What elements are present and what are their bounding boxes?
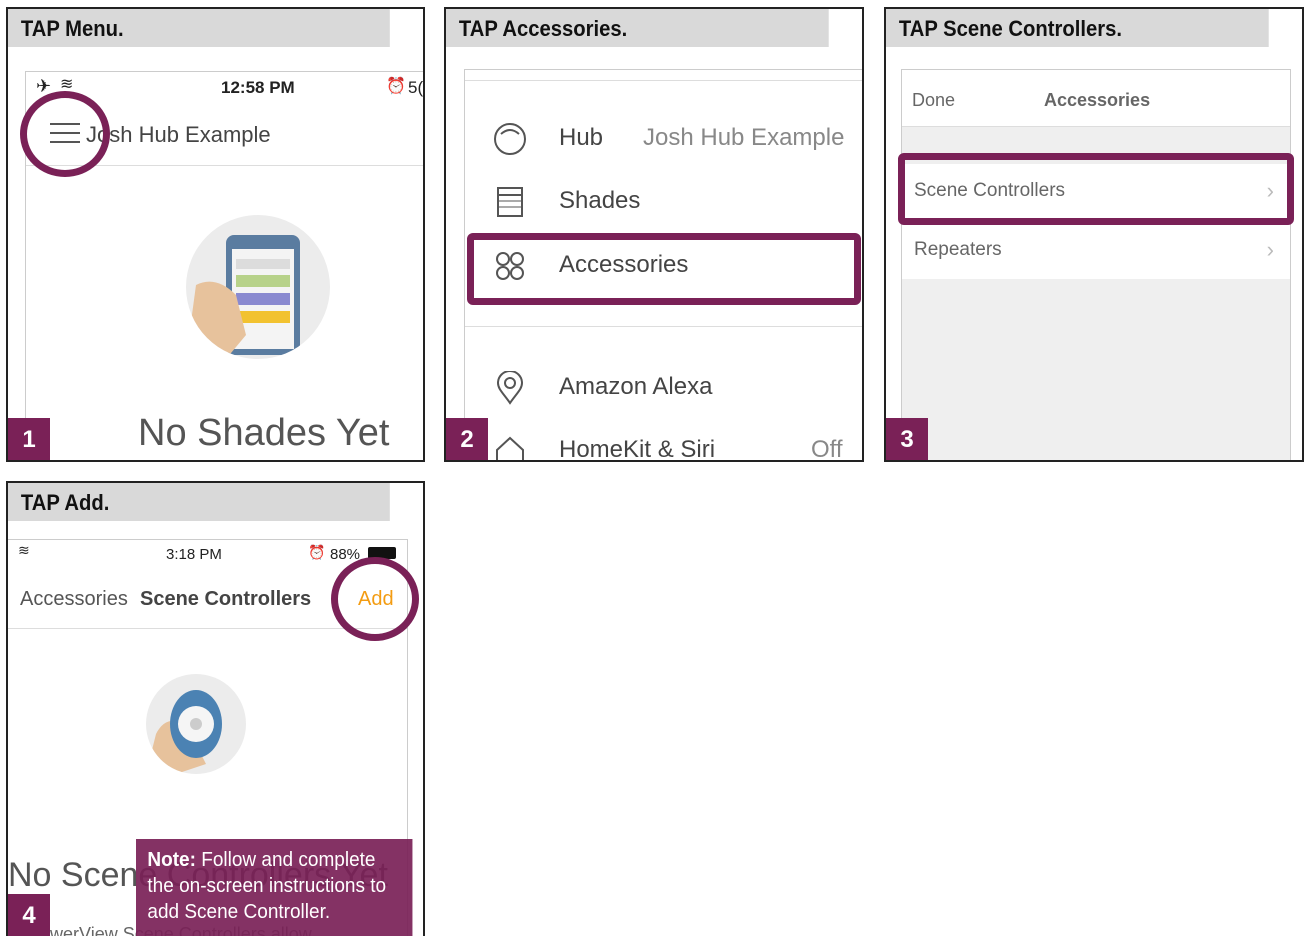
remote-illustration [146, 674, 246, 774]
status-battery-text: 5( [408, 78, 424, 97]
menu-item-homekit-siri[interactable]: HomeKit & Siri Off [465, 420, 862, 462]
location-pin-icon [493, 370, 527, 405]
panel-step-2: TAP Accessories. Hub Josh Hub Example Sh… [444, 7, 864, 462]
section-divider [465, 326, 862, 327]
empty-state-text: No Shades Yet [138, 412, 390, 454]
menu-item-amazon-alexa[interactable]: Amazon Alexa [465, 357, 862, 417]
menu-item-label: Hub [559, 124, 604, 151]
highlight-circle-add [331, 557, 419, 641]
nav-title: Scene Controllers [140, 588, 312, 610]
panel-3-title: TAP Scene Controllers. [886, 9, 1269, 47]
back-button[interactable]: Accessories [20, 588, 128, 611]
menu-item-label: HomeKit & Siri [559, 436, 716, 462]
menu-item-value: Josh Hub Example [643, 124, 845, 151]
wifi-icon: ≋ [18, 542, 30, 558]
hub-circle-icon [493, 122, 527, 156]
hub-name-title: Josh Hub Example [86, 122, 271, 147]
status-bar: ≋ 3:18 PM ⏰ 88% [8, 540, 407, 566]
nav-bar: Done Accessories [902, 70, 1290, 127]
panel-step-4: TAP Add. ≋ 3:18 PM ⏰ 88% Accessories Sce… [6, 481, 425, 936]
highlight-box-scene-controllers [898, 153, 1294, 225]
done-button[interactable]: Done [912, 90, 955, 111]
highlight-circle-menu [20, 91, 110, 177]
note-label: Note: [147, 849, 196, 871]
phone-screen-3: Done Accessories Scene Controllers › Rep… [901, 69, 1291, 460]
step-number: 4 [8, 894, 50, 936]
list-item-repeaters[interactable]: Repeaters › [902, 223, 1290, 279]
menu-item-value: Off [811, 436, 843, 462]
menu-item-label: Shades [559, 187, 641, 214]
top-divider [465, 80, 862, 81]
step-number: 1 [8, 418, 50, 460]
panel-1-title: TAP Menu. [8, 9, 390, 47]
nav-title: Accessories [1044, 90, 1151, 110]
panel-2-title: TAP Accessories. [446, 9, 829, 47]
chevron-right-icon: › [1266, 237, 1274, 262]
step-number: 2 [446, 418, 488, 460]
home-icon [493, 434, 527, 460]
panel-4-title: TAP Add. [8, 483, 390, 521]
list-item-label: Repeaters [914, 239, 1002, 260]
panel-step-1: TAP Menu. ✈ ≋ 12:58 PM ⏰ 5( Josh Hub Exa… [6, 7, 425, 462]
highlight-box-accessories [467, 233, 861, 305]
menu-item-shades[interactable]: Shades [465, 171, 862, 231]
menu-item-hub[interactable]: Hub Josh Hub Example [465, 108, 862, 168]
shade-icon [493, 185, 527, 219]
alarm-icon: ⏰ [386, 78, 406, 95]
status-time: 12:58 PM [221, 78, 295, 97]
menu-item-label: Amazon Alexa [559, 373, 713, 400]
phone-illustration [186, 215, 330, 359]
status-time: 3:18 PM [166, 546, 222, 563]
panel-step-3: TAP Scene Controllers. Done Accessories … [884, 7, 1304, 462]
note-box: Note: Follow and complete the on-screen … [136, 839, 413, 936]
step-number: 3 [886, 418, 928, 460]
alarm-icon: ⏰ [308, 544, 326, 560]
